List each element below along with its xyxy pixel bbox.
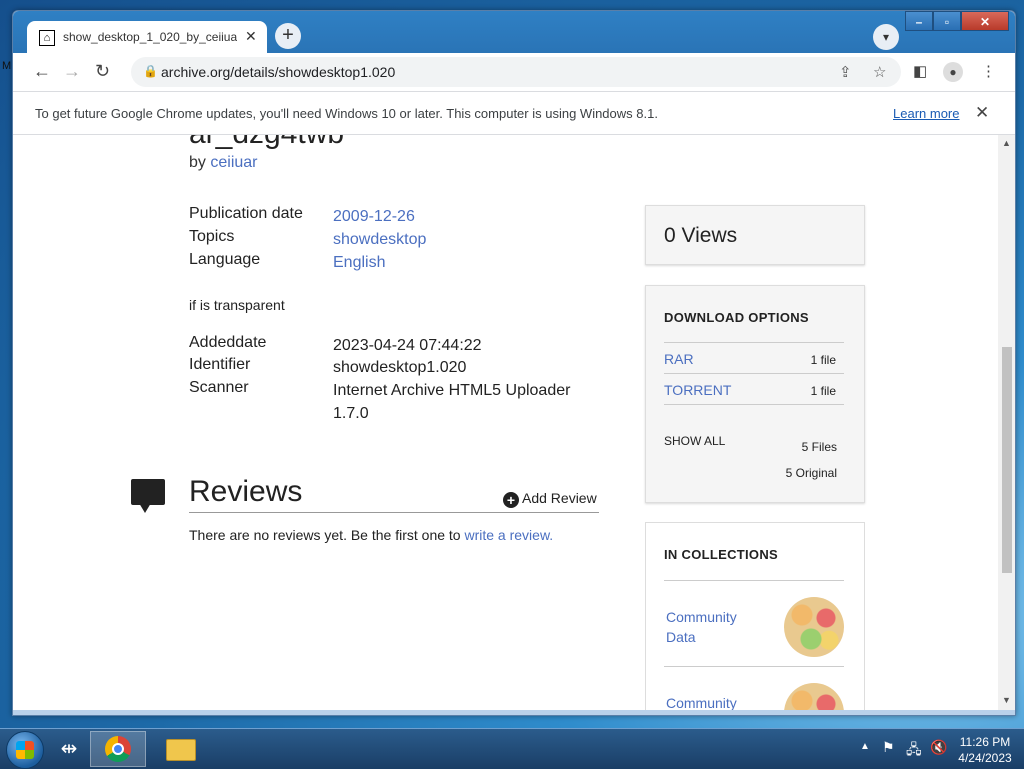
download-row-torrent: TORRENT 1 file: [664, 373, 844, 405]
download-rar-link[interactable]: RAR: [664, 351, 694, 367]
meta-label: Language: [189, 251, 261, 268]
folder-icon: [166, 739, 196, 761]
back-arrow-icon[interactable]: ←: [33, 61, 51, 82]
update-infobar: To get future Google Chrome updates, you…: [13, 91, 1015, 135]
meta-label: Scanner: [189, 379, 249, 396]
author-link[interactable]: ceiiuar: [210, 154, 257, 171]
windows-logo-icon: [16, 741, 34, 759]
reload-icon[interactable]: ↻: [95, 61, 110, 82]
collection-thumbnail[interactable]: [784, 683, 844, 710]
collection-item[interactable]: Community Collections: [664, 666, 844, 710]
scroll-down-arrow-icon[interactable]: ▼: [1002, 695, 1011, 705]
item-title: ar_dzg4twb: [189, 135, 344, 151]
meta-label: Identifier: [189, 356, 251, 373]
show-all-link[interactable]: SHOW ALL: [664, 434, 725, 448]
item-description: if is transparent: [189, 297, 285, 313]
publication-date-link[interactable]: 2009-12-26: [333, 205, 613, 228]
new-tab-button[interactable]: +: [275, 23, 301, 49]
infobar-message: To get future Google Chrome updates, you…: [35, 106, 658, 121]
collection-link[interactable]: Community Data: [666, 607, 756, 647]
meta-label: Publication date: [189, 205, 303, 222]
add-review-button[interactable]: + Add Review: [503, 490, 597, 508]
infobar-close-icon[interactable]: ✕: [975, 103, 989, 123]
page-content: ar_dzg4twb by ceiiuar Publication date 2…: [13, 135, 998, 710]
url-text: archive.org/details/showdesktop1.020: [161, 64, 396, 80]
learn-more-link[interactable]: Learn more: [893, 106, 959, 121]
collection-link[interactable]: Community Collections: [666, 693, 756, 710]
file-count: 1 file: [810, 384, 836, 398]
chrome-icon: [105, 736, 131, 762]
maximize-button[interactable]: ▫: [933, 11, 961, 31]
bookmark-star-icon[interactable]: ☆: [873, 63, 886, 81]
close-button[interactable]: ✕: [961, 11, 1009, 31]
clock-time: 11:26 PM: [959, 735, 1011, 749]
download-options-heading: DOWNLOAD OPTIONS: [664, 310, 809, 325]
meta-value: Internet Archive HTML5 Uploader 1.7.0: [333, 382, 571, 422]
title-bar: ⌂ show_desktop_1_020_by_ceiiuar ✕ + ▾ – …: [13, 11, 1015, 54]
download-options-box: DOWNLOAD OPTIONS RAR 1 file TORRENT 1 fi…: [645, 285, 865, 503]
original-count: 5 Original: [785, 466, 837, 480]
no-reviews-message: There are no reviews yet. Be the first o…: [189, 527, 461, 543]
meta-value: showdesktop1.020: [333, 359, 467, 376]
address-bar[interactable]: 🔒 archive.org/details/showdesktop1.020 ⇪…: [131, 57, 901, 87]
scroll-up-arrow-icon[interactable]: ▲: [1002, 138, 1011, 148]
meta-label: Addeddate: [189, 334, 267, 351]
collections-box: IN COLLECTIONS Community Data Community …: [645, 522, 865, 710]
forward-arrow-icon[interactable]: →: [63, 61, 81, 82]
topics-link[interactable]: showdesktop: [333, 228, 613, 251]
collection-item[interactable]: Community Data: [664, 580, 844, 667]
volume-muted-icon[interactable]: 🔇: [930, 739, 947, 756]
reviews-heading: Reviews: [189, 475, 303, 508]
files-count: 5 Files: [801, 440, 837, 454]
tray-expand-icon[interactable]: ▲: [860, 741, 870, 752]
taskbar-chrome-button[interactable]: [90, 731, 146, 767]
minimize-button[interactable]: –: [905, 11, 933, 31]
meta-label: Topics: [189, 228, 235, 245]
start-button[interactable]: [6, 731, 44, 769]
side-panel-icon[interactable]: ◧: [913, 62, 927, 80]
tab-close-icon[interactable]: ✕: [245, 28, 257, 45]
write-review-link[interactable]: write a review.: [464, 527, 553, 543]
system-clock[interactable]: 11:26 PM 4/24/2023: [950, 734, 1020, 766]
download-row-rar: RAR 1 file: [664, 342, 844, 373]
taskbar: ⇹ ▲ ⚑ 🖧 🔇 11:26 PM 4/24/2023: [0, 728, 1024, 769]
no-reviews-text: There are no reviews yet. Be the first o…: [189, 527, 553, 543]
scroll-thumb[interactable]: [1002, 347, 1012, 573]
action-center-flag-icon[interactable]: ⚑: [882, 739, 895, 756]
tab-search-button[interactable]: ▾: [873, 24, 899, 50]
desktop-label: M: [2, 60, 12, 72]
vertical-scrollbar[interactable]: ▲ ▼: [998, 135, 1015, 710]
profile-avatar-icon[interactable]: ●: [943, 62, 963, 82]
browser-toolbar: ← → ↻ 🔒 archive.org/details/showdesktop1…: [13, 53, 1015, 91]
views-count: 0 Views: [664, 224, 738, 247]
divider: [189, 512, 599, 513]
tab-title: show_desktop_1_020_by_ceiiuar: [63, 30, 237, 44]
speech-bubble-icon: [131, 479, 165, 513]
menu-kebab-icon[interactable]: ⋮: [981, 62, 996, 80]
share-icon[interactable]: ⇪: [839, 63, 852, 81]
browser-window: ⌂ show_desktop_1_020_by_ceiiuar ✕ + ▾ – …: [12, 10, 1016, 716]
browser-tab[interactable]: ⌂ show_desktop_1_020_by_ceiiuar ✕: [27, 21, 267, 54]
meta-value: 2023-04-24 07:44:22: [333, 337, 482, 354]
collection-thumbnail[interactable]: [784, 597, 844, 657]
file-count: 1 file: [810, 353, 836, 367]
download-torrent-link[interactable]: TORRENT: [664, 382, 731, 398]
language-link[interactable]: English: [333, 251, 613, 274]
archive-icon: ⌂: [39, 30, 55, 46]
byline: by ceiiuar: [189, 154, 258, 172]
plus-circle-icon: +: [503, 492, 519, 508]
network-icon[interactable]: 🖧: [906, 739, 922, 763]
clock-date: 4/24/2023: [958, 751, 1012, 765]
show-desktop-icon[interactable]: ⇹: [54, 731, 84, 767]
by-prefix: by: [189, 154, 206, 171]
add-review-label: Add Review: [522, 490, 597, 506]
collections-heading: IN COLLECTIONS: [664, 547, 778, 562]
taskbar-explorer-button[interactable]: [160, 731, 200, 767]
views-box: 0 Views: [645, 205, 865, 265]
lock-icon: 🔒: [143, 64, 158, 78]
window-controls: – ▫ ✕: [905, 11, 1009, 31]
